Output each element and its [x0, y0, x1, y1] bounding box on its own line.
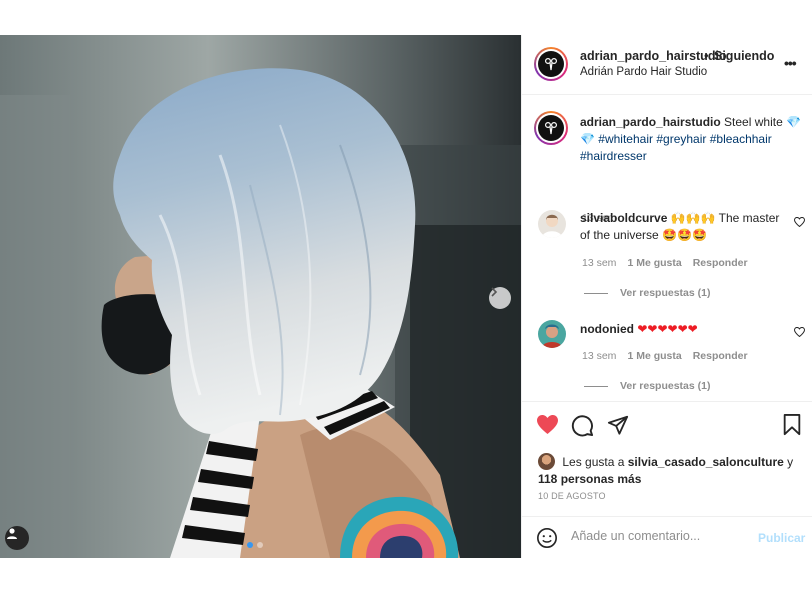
- comment-text: nodonied ❤❤❤❤❤❤: [580, 321, 780, 338]
- publish-button[interactable]: Publicar: [758, 531, 805, 545]
- caption-username[interactable]: adrian_pardo_hairstudio: [580, 115, 721, 129]
- liker-avatar[interactable]: [538, 453, 555, 470]
- comment-like-button[interactable]: [793, 216, 806, 230]
- commenter-username[interactable]: silviaboldcurve: [580, 211, 667, 225]
- comment-timestamp[interactable]: 13 sem: [582, 257, 616, 269]
- red-hearts-emoji: ❤❤❤❤❤❤: [637, 322, 698, 336]
- carousel-dot-active: [247, 542, 253, 548]
- hashtag-link[interactable]: #bleachhair: [710, 132, 772, 146]
- likes-prefix: Les gusta a: [562, 455, 625, 469]
- caption-text: adrian_pardo_hairstudio Steel white 💎 💎 …: [580, 114, 806, 165]
- caption-author-avatar[interactable]: [534, 111, 568, 145]
- share-icon: [607, 415, 629, 435]
- gem-emoji: 💎: [580, 132, 595, 146]
- author-subtitle: Adrián Pardo Hair Studio: [580, 66, 708, 78]
- more-options-icon[interactable]: •••: [784, 55, 797, 71]
- carousel-dot: [257, 542, 263, 548]
- liker-username[interactable]: silvia_casado_salonculture: [628, 455, 784, 469]
- reply-button[interactable]: Responder: [693, 257, 748, 269]
- comment-input[interactable]: [571, 529, 741, 543]
- comment-timestamp[interactable]: 13 sem: [582, 350, 616, 362]
- like-button[interactable]: [536, 414, 559, 438]
- reply-button[interactable]: Responder: [693, 350, 748, 362]
- comment-icon: [571, 415, 594, 437]
- avatar-photo: [538, 210, 566, 238]
- user-tag-icon: [7, 528, 17, 539]
- replies-divider: [584, 292, 608, 294]
- heart-filled-icon: [537, 414, 558, 435]
- commenter-avatar[interactable]: [538, 320, 566, 348]
- view-replies-button[interactable]: Ver respuestas (1): [584, 380, 710, 392]
- comment-likes-count[interactable]: 1 Me gusta: [627, 350, 681, 362]
- comment-meta: 13 sem 1 Me gusta Responder: [582, 257, 748, 269]
- following-button[interactable]: Siguiendo: [714, 49, 774, 63]
- bookmark-icon: [783, 414, 801, 436]
- save-button[interactable]: [782, 414, 802, 439]
- replies-divider: [584, 385, 608, 387]
- caption-body: Steel white: [724, 115, 783, 129]
- hair-photo-illustration: [0, 35, 521, 558]
- tagged-users-button[interactable]: [5, 526, 29, 550]
- post-header: adrian_pardo_hairstudio • Siguiendo Adri…: [522, 35, 812, 95]
- separator-dot: •: [704, 48, 709, 63]
- avatar-photo: [538, 320, 566, 348]
- heart-outline-icon: [793, 326, 806, 338]
- commenter-avatar[interactable]: [538, 210, 566, 238]
- add-comment-bar: Publicar: [522, 516, 812, 558]
- likes-conjunction: y: [787, 455, 794, 469]
- share-button[interactable]: [607, 414, 629, 439]
- instagram-post: adrian_pardo_hairstudio • Siguiendo Adri…: [0, 35, 812, 558]
- smiley-icon: [537, 528, 557, 548]
- view-replies-button[interactable]: Ver respuestas (1): [584, 287, 710, 299]
- comment-button[interactable]: [571, 414, 594, 440]
- next-photo-button[interactable]: [489, 287, 511, 309]
- raised-hands-emoji: 🙌🙌🙌: [670, 211, 716, 225]
- emoji-picker-button[interactable]: [536, 527, 558, 552]
- post-actions: Les gusta a silvia_casado_salonculture y…: [522, 401, 812, 516]
- likes-summary: Les gusta a silvia_casado_salonculture y…: [538, 453, 808, 488]
- view-replies-label: Ver respuestas (1): [620, 287, 711, 299]
- author-avatar[interactable]: [534, 47, 568, 81]
- scissors-logo-icon: [544, 57, 558, 71]
- comment-likes-count[interactable]: 1 Me gusta: [627, 257, 681, 269]
- scissors-logo-icon: [544, 121, 558, 135]
- hashtag-link[interactable]: #greyhair: [656, 132, 706, 146]
- carousel-indicator: [247, 542, 263, 548]
- post-details-panel: adrian_pardo_hairstudio • Siguiendo Adri…: [521, 35, 812, 558]
- chevron-right-icon: [491, 287, 498, 297]
- post-date[interactable]: 10 DE AGOSTO: [538, 491, 606, 501]
- gem-emoji: 💎: [786, 115, 802, 129]
- comment-like-button[interactable]: [793, 326, 806, 340]
- comment-text: silviaboldcurve 🙌🙌🙌 The master of the un…: [580, 210, 780, 244]
- hashtag-link[interactable]: #whitehair: [598, 132, 653, 146]
- heart-outline-icon: [793, 216, 806, 228]
- post-photo[interactable]: [0, 35, 521, 558]
- comment-meta: 13 sem 1 Me gusta Responder: [582, 350, 748, 362]
- hashtag-link[interactable]: #hairdresser: [580, 149, 647, 163]
- star-struck-emoji: 🤩🤩🤩: [662, 228, 707, 242]
- commenter-username[interactable]: nodonied: [580, 322, 634, 336]
- likes-others[interactable]: 118 personas más: [538, 472, 641, 486]
- view-replies-label: Ver respuestas (1): [620, 380, 711, 392]
